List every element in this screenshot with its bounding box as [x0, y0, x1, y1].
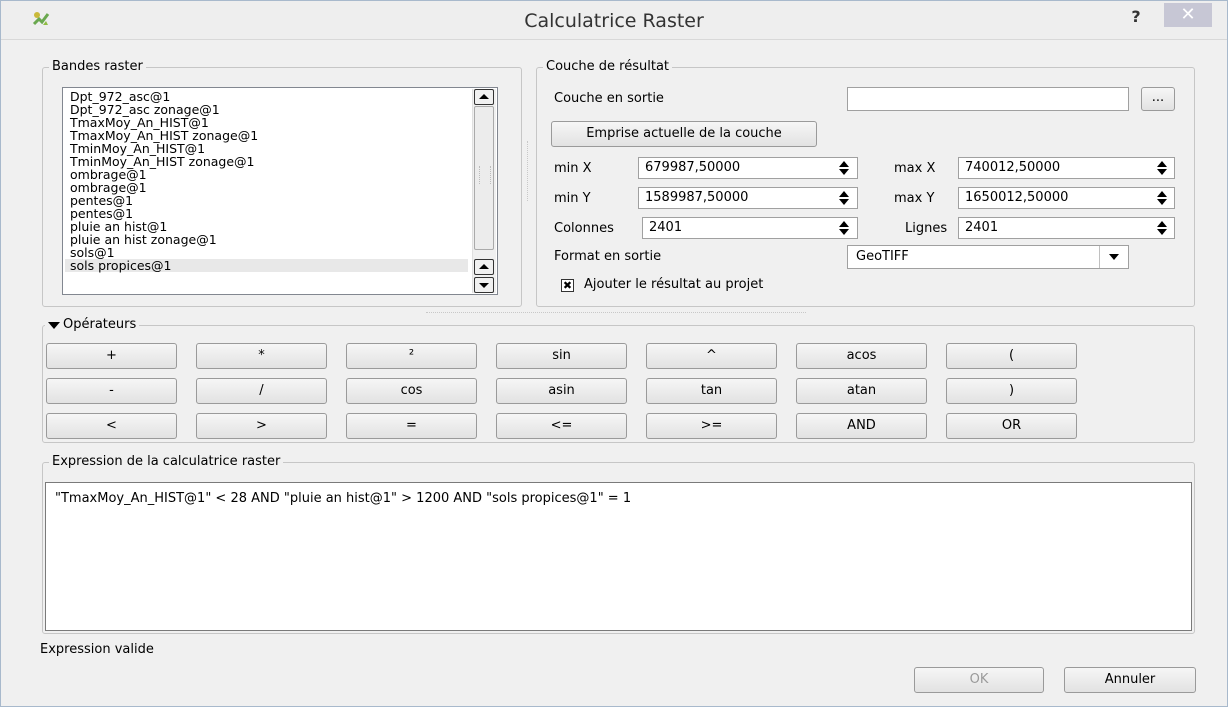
operator-plus-button[interactable]: + — [46, 343, 177, 369]
output-layer-label: Couche en sortie — [554, 91, 664, 106]
vertical-splitter[interactable] — [527, 141, 532, 201]
raster-calculator-dialog: Calculatrice Raster ? ✕ Bandes raster Dp… — [0, 0, 1228, 707]
add-to-project-label[interactable]: Ajouter le résultat au projet — [584, 277, 763, 293]
operators-title-wrap[interactable]: Opérateurs — [45, 317, 140, 333]
expression-textarea[interactable]: "TmaxMoy_An_HIST@1" < 28 AND "pluie an h… — [45, 482, 1192, 631]
ok-button[interactable]: OK — [914, 667, 1044, 693]
operator-less-than-button[interactable]: < — [46, 413, 177, 439]
chevron-down-icon — [1099, 246, 1128, 268]
arrow-down-icon — [479, 283, 489, 288]
operator-less-equal-button[interactable]: <= — [496, 413, 627, 439]
output-format-label: Format en sortie — [554, 249, 662, 264]
output-format-value: GeoTIFF — [856, 249, 909, 264]
min-y-label: min Y — [554, 191, 591, 206]
operator-greater-equal-button[interactable]: >= — [646, 413, 777, 439]
result-layer-title: Couche de résultat — [543, 59, 673, 75]
operator-tan-button[interactable]: tan — [646, 378, 777, 404]
help-button[interactable]: ? — [1123, 4, 1149, 30]
operator-power-button[interactable]: ^ — [646, 343, 777, 369]
expression-status: Expression valide — [40, 642, 154, 657]
operator-and-button[interactable]: AND — [796, 413, 927, 439]
cancel-button[interactable]: Annuler — [1064, 667, 1196, 693]
operator-open-paren-button[interactable]: ( — [946, 343, 1077, 369]
operator-equals-button[interactable]: = — [346, 413, 477, 439]
operator-minus-button[interactable]: - — [46, 378, 177, 404]
close-button[interactable]: ✕ — [1164, 3, 1212, 27]
list-scrollbar[interactable] — [472, 89, 496, 293]
min-x-spinner-icon[interactable] — [833, 158, 855, 178]
browse-button[interactable]: ... — [1141, 87, 1175, 111]
operator-multiply-button[interactable]: * — [196, 343, 327, 369]
max-y-spinner-icon[interactable] — [1151, 188, 1173, 208]
max-x-input[interactable]: 740012,50000 — [958, 157, 1175, 179]
min-y-spinner-icon[interactable] — [833, 188, 855, 208]
output-layer-input[interactable] — [847, 87, 1129, 111]
list-item[interactable]: sols propices@1 — [65, 259, 468, 272]
columns-spinner-icon[interactable] — [833, 218, 855, 238]
scroll-down-button[interactable] — [474, 277, 494, 293]
operator-square-button[interactable]: ² — [346, 343, 477, 369]
rows-input[interactable]: 2401 — [958, 217, 1175, 239]
add-to-project-checkbox[interactable]: ✖ — [561, 279, 574, 292]
columns-input[interactable]: 2401 — [642, 217, 858, 239]
rows-label: Lignes — [905, 221, 948, 236]
horizontal-splitter[interactable] — [426, 312, 806, 315]
operator-acos-button[interactable]: acos — [796, 343, 927, 369]
window-title: Calculatrice Raster — [524, 10, 704, 32]
scroll-up-button[interactable] — [474, 89, 494, 105]
min-y-input[interactable]: 1589987,50000 — [638, 187, 858, 209]
max-x-spinner-icon[interactable] — [1151, 158, 1173, 178]
raster-bands-list[interactable]: Dpt_972_asc@1 Dpt_972_asc zonage@1 TmaxM… — [62, 87, 498, 295]
max-y-input[interactable]: 1650012,50000 — [958, 187, 1175, 209]
output-format-select[interactable]: GeoTIFF — [847, 245, 1129, 269]
min-x-input[interactable]: 679987,50000 — [638, 157, 858, 179]
operator-or-button[interactable]: OR — [946, 413, 1077, 439]
operator-sin-button[interactable]: sin — [496, 343, 627, 369]
operator-cos-button[interactable]: cos — [346, 378, 477, 404]
rows-spinner-icon[interactable] — [1151, 218, 1173, 238]
raster-bands-title: Bandes raster — [49, 59, 146, 75]
operator-atan-button[interactable]: atan — [796, 378, 927, 404]
page-up-button[interactable] — [474, 259, 494, 275]
operator-asin-button[interactable]: asin — [496, 378, 627, 404]
operator-close-paren-button[interactable]: ) — [946, 378, 1077, 404]
min-x-label: min X — [554, 161, 592, 176]
max-x-label: max X — [894, 161, 936, 176]
max-y-label: max Y — [894, 191, 935, 206]
current-layer-extent-button[interactable]: Emprise actuelle de la couche — [551, 121, 817, 147]
vertical-splitter-grip — [479, 166, 491, 184]
arrow-up-icon — [479, 264, 489, 269]
operator-divide-button[interactable]: / — [196, 378, 327, 404]
arrow-up-icon — [479, 94, 489, 99]
operator-greater-than-button[interactable]: > — [196, 413, 327, 439]
operators-title: Opérateurs — [63, 317, 137, 332]
title-bar[interactable]: Calculatrice Raster ? ✕ — [1, 1, 1227, 40]
collapse-triangle-icon — [48, 322, 60, 329]
columns-label: Colonnes — [554, 221, 614, 236]
expression-title: Expression de la calculatrice raster — [49, 454, 284, 470]
